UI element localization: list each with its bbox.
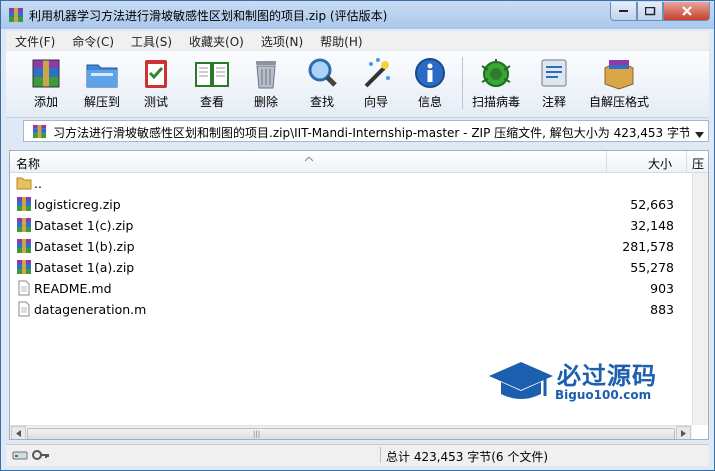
table-row[interactable]: README.md 903 bbox=[10, 278, 692, 299]
scrollbar-thumb[interactable]: ||| bbox=[27, 428, 675, 439]
wizard-wand-icon bbox=[364, 58, 390, 88]
key-icon bbox=[32, 449, 50, 464]
menu-bar: 文件(F) 命令(C) 工具(S) 收藏夹(O) 选项(N) 帮助(H) bbox=[6, 31, 709, 50]
trash-icon bbox=[256, 61, 276, 89]
test-clipboard-icon bbox=[145, 60, 167, 88]
add-archive-icon bbox=[32, 59, 60, 88]
watermark-title: 必过源码 bbox=[557, 362, 657, 390]
extract-to-button[interactable]: 解压到 bbox=[78, 54, 126, 114]
menu-help[interactable]: 帮助(H) bbox=[311, 31, 370, 50]
table-row[interactable]: Dataset 1(a).zip 55,278 bbox=[10, 257, 692, 278]
horizontal-scrollbar[interactable]: ||| bbox=[10, 425, 692, 439]
extract-folder-icon bbox=[86, 64, 118, 88]
status-divider bbox=[380, 447, 381, 463]
sfx-box-icon bbox=[604, 60, 634, 90]
find-magnifier-icon bbox=[308, 58, 337, 87]
test-button[interactable]: 测试 bbox=[132, 54, 180, 114]
menu-favorites[interactable]: 收藏夹(O) bbox=[180, 31, 252, 50]
document-icon bbox=[16, 280, 32, 299]
archive-icon bbox=[16, 196, 32, 215]
list-header: 名称 大小 压 bbox=[10, 151, 708, 173]
table-row[interactable]: Dataset 1(c).zip 32,148 bbox=[10, 215, 692, 236]
table-row[interactable]: datageneration.m 883 bbox=[10, 299, 692, 320]
menu-file[interactable]: 文件(F) bbox=[6, 31, 63, 50]
graduation-cap-icon bbox=[489, 362, 553, 399]
table-row[interactable]: logisticreg.zip 52,663 bbox=[10, 194, 692, 215]
scroll-right-button[interactable] bbox=[676, 426, 691, 439]
vertical-scrollbar[interactable] bbox=[692, 173, 708, 425]
window-title: 利用机器学习方法进行滑坡敏感性区划和制图的项目.zip (评估版本) bbox=[29, 9, 388, 23]
drive-icon bbox=[12, 449, 28, 464]
view-button[interactable]: 查看 bbox=[188, 54, 236, 114]
watermark-subtitle: Biguo100.com bbox=[555, 388, 652, 402]
archive-icon bbox=[16, 217, 32, 236]
close-button[interactable] bbox=[663, 2, 710, 21]
wizard-button[interactable]: 向导 bbox=[352, 54, 400, 114]
menu-tools[interactable]: 工具(S) bbox=[122, 31, 180, 50]
title-bar[interactable]: 利用机器学习方法进行滑坡敏感性区划和制图的项目.zip (评估版本) bbox=[1, 1, 714, 29]
column-header-name[interactable]: 名称 bbox=[16, 155, 40, 172]
sfx-button[interactable]: 自解压格式 bbox=[588, 54, 650, 114]
scan-virus-button[interactable]: 扫描病毒 bbox=[472, 54, 520, 114]
info-icon bbox=[415, 58, 445, 88]
watermark-logo: 必过源码 Biguo100.com bbox=[487, 356, 687, 408]
address-path: 习方法进行滑坡敏感性区划和制图的项目.zip\IIT-Mandi-Interns… bbox=[53, 126, 689, 140]
toolbar-separator bbox=[462, 57, 463, 109]
winrar-app-icon bbox=[8, 7, 24, 23]
add-button[interactable]: 添加 bbox=[22, 54, 70, 114]
comment-note-icon bbox=[541, 59, 567, 87]
delete-button[interactable]: 删除 bbox=[242, 54, 290, 114]
column-header-size[interactable]: 大小 bbox=[606, 151, 686, 172]
maximize-button[interactable] bbox=[637, 2, 663, 21]
document-icon bbox=[16, 301, 32, 320]
menu-options[interactable]: 选项(N) bbox=[252, 31, 311, 50]
status-total: 总计 423,453 字节(6 个文件) bbox=[386, 450, 549, 464]
find-button[interactable]: 查找 bbox=[298, 54, 346, 114]
status-bar: 总计 423,453 字节(6 个文件) bbox=[6, 444, 709, 466]
archive-icon bbox=[32, 124, 47, 142]
comment-button[interactable]: 注释 bbox=[530, 54, 578, 114]
menu-commands[interactable]: 命令(C) bbox=[63, 31, 122, 50]
toolbar: 添加 解压到 测试 查看 删除 查找 向导 信息 扫描病毒 注释 自解压格式 bbox=[6, 51, 709, 118]
scroll-left-button[interactable] bbox=[11, 426, 26, 439]
table-row[interactable]: Dataset 1(b).zip 281,578 bbox=[10, 236, 692, 257]
address-bar[interactable]: 习方法进行滑坡敏感性区划和制图的项目.zip\IIT-Mandi-Interns… bbox=[23, 120, 709, 142]
table-row-parent[interactable]: .. bbox=[10, 173, 692, 194]
sort-arrow-icon bbox=[304, 151, 314, 165]
folder-icon bbox=[16, 175, 32, 194]
chevron-down-icon[interactable] bbox=[695, 127, 704, 141]
virus-bug-icon bbox=[481, 59, 511, 87]
grip-icon: ||| bbox=[253, 430, 261, 438]
info-button[interactable]: 信息 bbox=[406, 54, 454, 114]
minimize-button[interactable] bbox=[610, 2, 637, 21]
view-book-icon bbox=[195, 62, 229, 87]
main-window: 利用机器学习方法进行滑坡敏感性区划和制图的项目.zip (评估版本) 文件(F)… bbox=[0, 0, 715, 471]
archive-icon bbox=[16, 259, 32, 278]
column-header-packed[interactable]: 压 bbox=[686, 151, 708, 172]
archive-icon bbox=[16, 238, 32, 257]
